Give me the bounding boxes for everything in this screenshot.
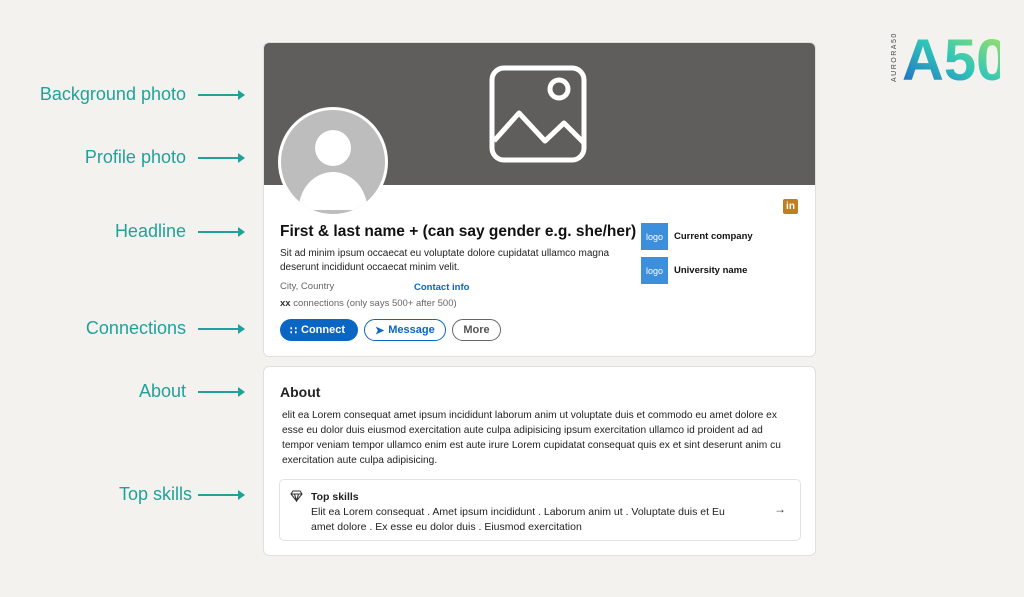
profile-photo[interactable] xyxy=(278,107,388,217)
more-label: More xyxy=(463,324,490,336)
university-name: University name xyxy=(674,265,748,276)
connect-label: Connect xyxy=(301,324,345,336)
message-button[interactable]: ➤ Message xyxy=(364,319,446,341)
label-text: Top skills xyxy=(118,484,192,504)
top-skills-title: Top skills xyxy=(311,491,359,503)
label-text: Profile photo xyxy=(84,147,186,167)
aurora50-logo: AURORA50 A50 xyxy=(891,28,1000,86)
about-card: About elit ea Lorem consequat amet ipsum… xyxy=(263,366,816,556)
connections-count: xx connections (only says 500+ after 500… xyxy=(280,298,457,309)
send-icon: ➤ xyxy=(375,324,385,337)
label-text: Connections xyxy=(85,318,186,338)
university[interactable]: logo University name xyxy=(641,257,747,284)
university-logo: logo xyxy=(641,257,668,284)
label-text: Background photo xyxy=(39,84,186,104)
arrow-icon xyxy=(198,489,245,500)
connections-text: connections (only says 500+ after 500) xyxy=(290,298,457,309)
label-connections: Connections xyxy=(85,318,245,339)
profile-card: in First & last name + (can say gender e… xyxy=(263,42,816,357)
label-about: About xyxy=(138,381,245,402)
about-title: About xyxy=(280,384,321,400)
company-name: Current company xyxy=(674,231,753,242)
diamond-icon xyxy=(290,490,303,502)
person-icon xyxy=(298,130,368,210)
about-body: elit ea Lorem consequat amet ipsum incid… xyxy=(282,410,781,466)
label-text: About xyxy=(138,381,186,401)
image-placeholder-icon xyxy=(489,65,587,163)
brand-mark: A50 xyxy=(902,28,1000,86)
profile-headline: Sit ad minim ipsum occaecat eu voluptate… xyxy=(280,248,610,273)
top-skills-list: Elit ea Lorem consequat . Amet ipsum inc… xyxy=(311,506,725,533)
label-background-photo: Background photo xyxy=(39,84,245,105)
connect-button[interactable]: ∷ Connect xyxy=(280,319,358,341)
company-logo: logo xyxy=(641,223,668,250)
linkedin-icon[interactable]: in xyxy=(783,199,798,214)
label-text: Headline xyxy=(114,221,186,241)
contact-info-link[interactable]: Contact info xyxy=(414,282,469,293)
label-top-skills: Top skills xyxy=(118,484,245,505)
arrow-icon xyxy=(198,386,245,397)
more-button[interactable]: More xyxy=(452,319,501,341)
brand-vertical-text: AURORA50 xyxy=(891,32,898,82)
message-label: Message xyxy=(388,324,435,336)
label-profile-photo: Profile photo xyxy=(84,147,245,168)
arrow-right-icon[interactable]: → xyxy=(774,502,786,516)
connections-number: xx xyxy=(280,298,291,309)
arrow-icon xyxy=(198,323,245,334)
add-person-icon: ∷ xyxy=(290,324,297,337)
arrow-icon xyxy=(198,89,245,100)
label-headline: Headline xyxy=(114,221,245,242)
arrow-icon xyxy=(198,226,245,237)
top-skills-box[interactable]: Top skills Elit ea Lorem consequat . Ame… xyxy=(279,479,801,541)
arrow-icon xyxy=(198,152,245,163)
location: City, Country xyxy=(280,281,335,292)
current-company[interactable]: logo Current company xyxy=(641,223,753,250)
profile-name: First & last name + (can say gender e.g.… xyxy=(280,223,637,240)
